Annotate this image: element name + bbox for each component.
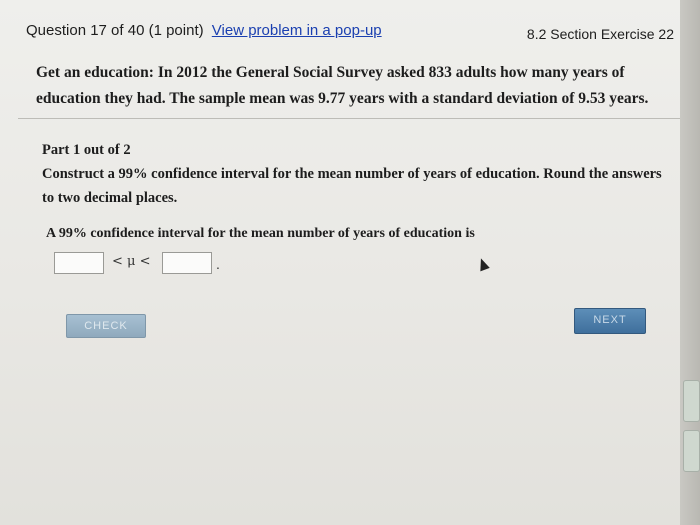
divider	[18, 118, 680, 119]
part-instruction: Construct a 99% confidence interval for …	[42, 166, 662, 206]
side-tab[interactable]	[683, 380, 700, 422]
problem-statement: Get an education: In 2012 the General So…	[36, 64, 649, 107]
question-title: Question 17 of 40 (1 point) View problem…	[26, 22, 382, 39]
part-label: Part 1 out of 2	[42, 142, 131, 158]
section-reference: 8.2 Section Exercise 22	[526, 26, 674, 42]
lower-bound-input[interactable]	[54, 252, 104, 274]
question-number: Question 17 of 40 (1 point)	[26, 22, 204, 39]
next-button[interactable]: NEXT	[574, 308, 646, 334]
mouse-cursor-icon	[476, 256, 490, 272]
check-button[interactable]: CHECK	[66, 314, 146, 338]
popup-link[interactable]: View problem in a pop-up	[212, 22, 382, 39]
part-section: Part 1 out of 2 Construct a 99% confiden…	[42, 138, 662, 210]
side-tab[interactable]	[683, 430, 700, 472]
question-page: Question 17 of 40 (1 point) View problem…	[0, 0, 680, 525]
mu-inequality: < μ <	[112, 254, 151, 269]
question-header: Question 17 of 40 (1 point) View problem…	[0, 18, 680, 42]
upper-bound-input[interactable]	[162, 252, 212, 274]
answer-prompt: A 99% confidence interval for the mean n…	[46, 226, 475, 241]
trailing-period: .	[216, 256, 220, 272]
